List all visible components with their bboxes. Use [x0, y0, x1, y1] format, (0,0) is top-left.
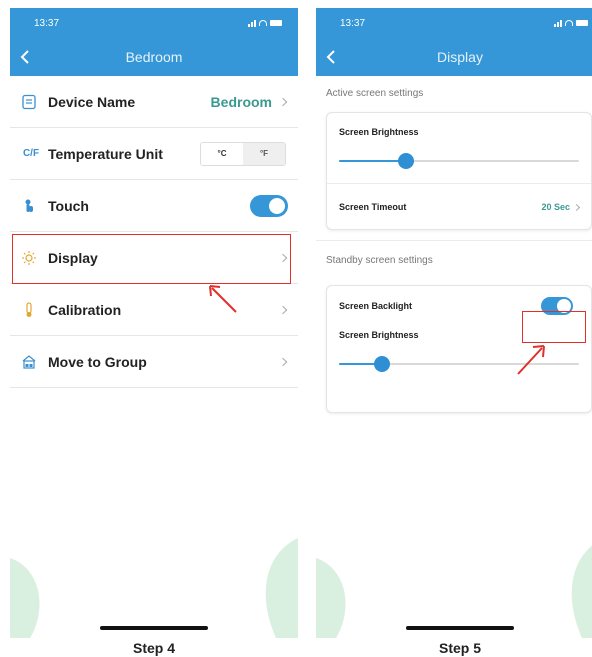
step-5-caption: Step 5: [438, 640, 481, 656]
page-title: Bedroom: [125, 49, 183, 65]
back-arrow-icon[interactable]: [324, 49, 338, 65]
pointer-arrow-icon: [517, 345, 545, 375]
active-brightness-slider[interactable]: [339, 151, 579, 171]
step4-screen: 13:37 Bedroom Device Name Bedroom C/F Te…: [10, 8, 298, 638]
move-to-group-label: Move to Group: [48, 353, 147, 370]
slider-thumb[interactable]: [398, 153, 415, 169]
leaf-decoration-left: [10, 558, 40, 638]
active-brightness-label: Screen Brightness: [339, 127, 419, 137]
nav-bar: Display: [316, 38, 592, 76]
temperature-unit-row: C/F Temperature Unit °C °F: [10, 128, 298, 180]
calibration-row[interactable]: Calibration: [10, 284, 298, 336]
temperature-unit-toggle: °C °F: [200, 141, 286, 166]
pointer-arrow-icon: [209, 285, 237, 313]
home-indicator: [406, 626, 514, 630]
active-screen-card: Screen Brightness Screen Timeout 20 Sec: [326, 112, 592, 230]
backlight-highlight-box: [522, 311, 586, 343]
document-icon: [20, 93, 38, 111]
leaf-decoration-right: [571, 545, 592, 638]
chevron-right-icon: [278, 357, 288, 366]
status-icons: [554, 19, 588, 27]
display-highlight-box: [12, 234, 291, 284]
celsius-option[interactable]: °C: [201, 142, 243, 165]
device-name-value: Bedroom: [210, 93, 272, 110]
nav-bar: Bedroom: [10, 38, 298, 76]
fahrenheit-option[interactable]: °F: [243, 142, 285, 165]
touch-row: Touch: [10, 180, 298, 232]
signal-icon: [248, 19, 256, 27]
status-bar: 13:37: [10, 8, 298, 38]
group-icon: [20, 353, 38, 371]
step5-screen: 13:37 Display Active screen settings Scr…: [316, 8, 592, 638]
page-title: Display: [437, 49, 483, 65]
battery-icon: [576, 20, 588, 26]
temperature-unit-label: Temperature Unit: [48, 145, 163, 162]
home-indicator: [100, 626, 208, 630]
leaf-decoration-right: [265, 538, 298, 638]
leaf-decoration-left: [316, 558, 346, 638]
status-time: 13:37: [34, 17, 60, 29]
standby-screen-section-title: Standby screen settings: [326, 255, 433, 266]
step-4-caption: Step 4: [132, 640, 175, 656]
status-icons: [248, 19, 282, 27]
calibration-label: Calibration: [48, 301, 122, 318]
screen-backlight-label: Screen Backlight: [339, 301, 413, 311]
status-bar: 13:37: [316, 8, 592, 38]
slider-thumb[interactable]: [374, 356, 391, 372]
wifi-icon: [565, 20, 573, 26]
touch-toggle[interactable]: [250, 194, 288, 217]
wifi-icon: [259, 20, 267, 26]
standby-screen-card: Screen Backlight Screen Brightness: [326, 285, 592, 413]
screen-timeout-value: 20 Sec: [541, 202, 570, 212]
chevron-right-icon: [278, 97, 288, 106]
touch-icon: [20, 197, 38, 215]
move-to-group-row[interactable]: Move to Group: [10, 336, 298, 388]
touch-label: Touch: [48, 197, 89, 214]
active-screen-section-title: Active screen settings: [326, 88, 424, 99]
back-arrow-icon[interactable]: [18, 49, 32, 65]
temperature-unit-icon: C/F: [22, 148, 40, 159]
thermometer-icon: [20, 301, 38, 319]
screen-timeout-row[interactable]: Screen Timeout 20 Sec: [327, 184, 591, 230]
chevron-right-icon: [572, 203, 581, 211]
signal-icon: [554, 19, 562, 27]
chevron-right-icon: [278, 305, 288, 314]
device-name-row[interactable]: Device Name Bedroom: [10, 76, 298, 128]
screen-timeout-label: Screen Timeout: [339, 202, 407, 212]
status-time: 13:37: [340, 17, 366, 29]
device-name-label: Device Name: [48, 93, 136, 110]
battery-icon: [270, 20, 282, 26]
